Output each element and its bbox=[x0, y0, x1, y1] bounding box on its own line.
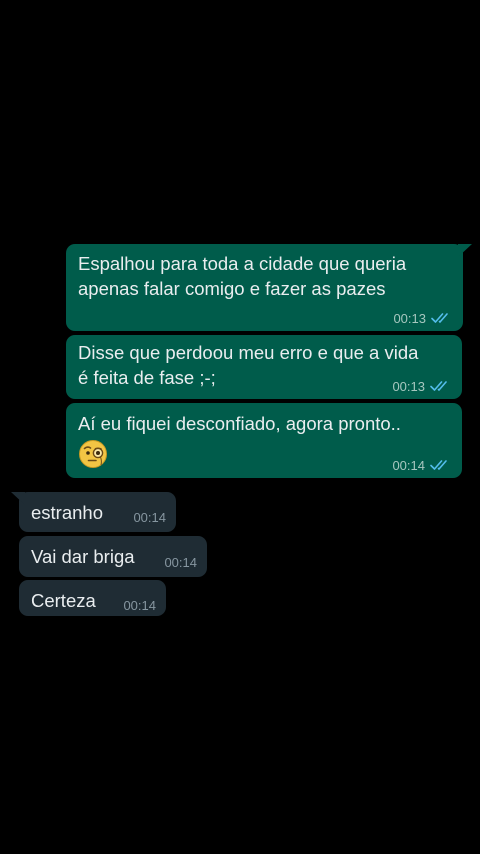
double-check-icon bbox=[430, 460, 447, 470]
outgoing-message[interactable]: Espalhou para toda a cidade que queria a… bbox=[66, 244, 472, 331]
message-time: 00:14 bbox=[123, 597, 156, 613]
message-meta: 00:13 bbox=[392, 377, 450, 395]
message-text: Espalhou para toda a cidade que queria a… bbox=[78, 253, 407, 299]
message-time: 00:14 bbox=[392, 457, 425, 473]
message-time: 00:13 bbox=[393, 310, 426, 326]
message-text: Vai dar briga bbox=[31, 546, 135, 567]
message-meta: 00:13 bbox=[393, 309, 451, 327]
message-text: Certeza bbox=[31, 590, 96, 611]
message-time: 00:14 bbox=[133, 509, 166, 525]
message-text: Aí eu fiquei desconfiado, agora pronto.. bbox=[78, 413, 401, 434]
message-text: estranho bbox=[31, 502, 103, 523]
message-meta: 00:14 bbox=[392, 456, 450, 474]
outgoing-message[interactable]: Disse que perdoou meu erro e que a vida … bbox=[66, 335, 462, 399]
message-time: 00:14 bbox=[164, 554, 197, 570]
bubble-tail-icon bbox=[458, 244, 472, 257]
message-meta: 00:14 bbox=[164, 553, 197, 571]
outgoing-message[interactable]: Aí eu fiquei desconfiado, agora pronto..… bbox=[66, 403, 462, 478]
incoming-message[interactable]: estranho 00:14 bbox=[11, 492, 176, 532]
incoming-message[interactable]: Certeza 00:14 bbox=[19, 580, 166, 616]
message-meta: 00:14 bbox=[123, 596, 156, 614]
message-time: 00:13 bbox=[392, 378, 425, 394]
bubble-tail-icon bbox=[11, 492, 25, 505]
double-check-icon bbox=[430, 381, 447, 391]
message-meta: 00:14 bbox=[133, 508, 166, 526]
face-with-monocle-emoji-icon bbox=[79, 440, 107, 468]
chat-screen: Espalhou para toda a cidade que queria a… bbox=[0, 0, 480, 854]
double-check-icon bbox=[431, 313, 448, 323]
incoming-message[interactable]: Vai dar briga 00:14 bbox=[19, 536, 207, 577]
